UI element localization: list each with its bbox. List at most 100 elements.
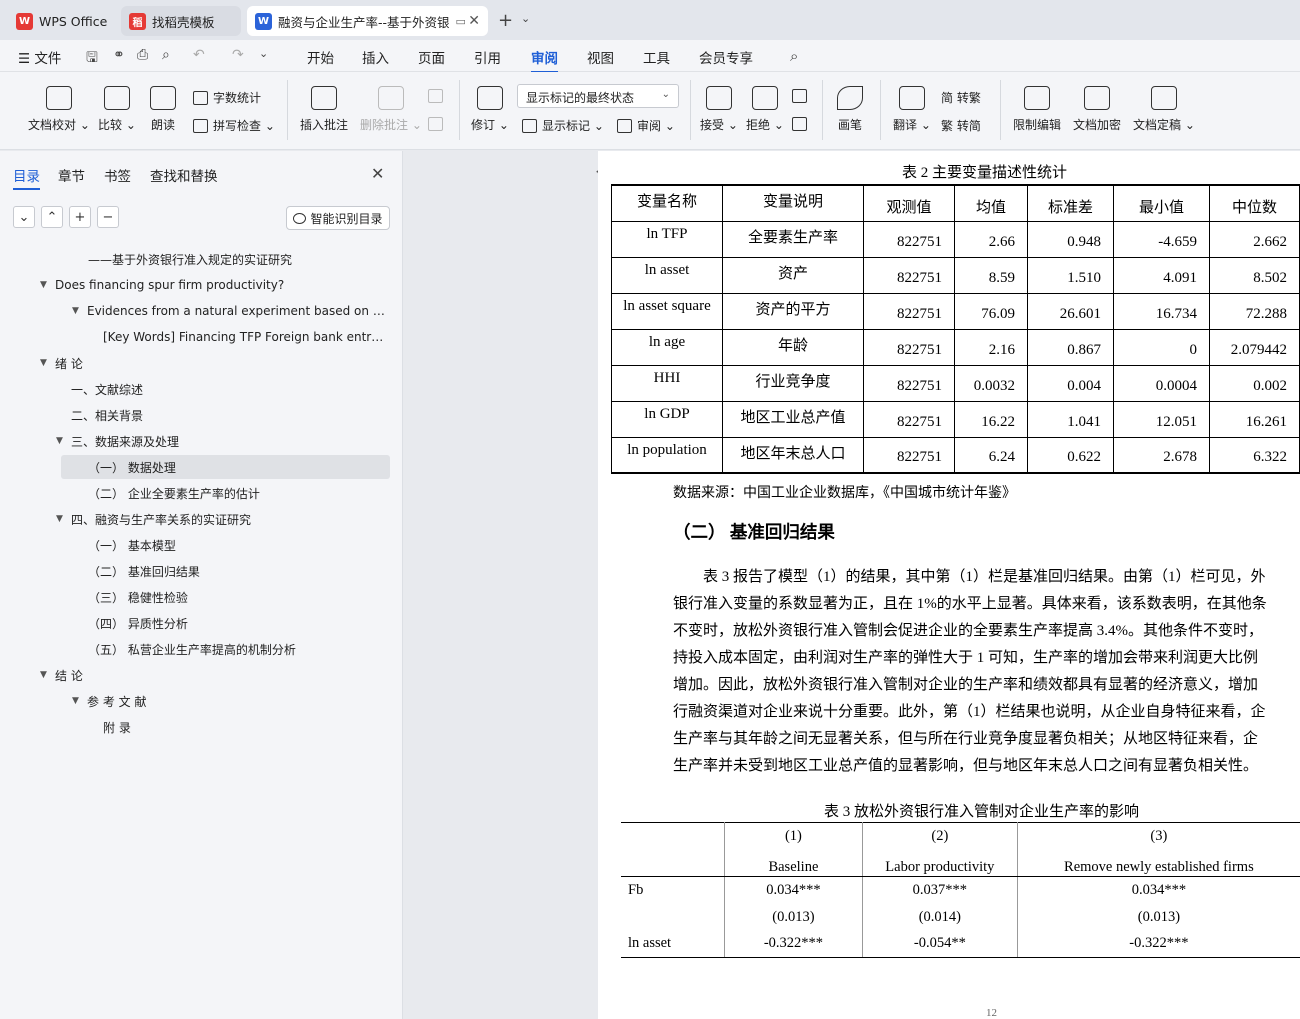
print-preview-icon[interactable]: ⌕ — [162, 47, 170, 63]
compare-button[interactable]: 比较 ⌄ — [98, 86, 136, 133]
finalize-button[interactable]: 文档定稿 ⌄ — [1133, 86, 1195, 133]
review-pane-button[interactable]: 审阅 ⌄ — [617, 117, 675, 134]
menu-member[interactable]: 会员专享 — [699, 47, 753, 67]
file-menu[interactable]: ☰ 文件 — [18, 47, 61, 67]
toc-item[interactable]: ——基于外资银行准入规定的实证研究 — [0, 247, 403, 271]
read-aloud-button[interactable]: 朗读 — [150, 86, 176, 133]
delete-comment-button[interactable]: 删除批注 ⌄ — [360, 86, 422, 133]
print-icon[interactable]: ⎙ — [137, 47, 148, 63]
toc-item[interactable]: ▼ 结 论 — [0, 663, 403, 687]
close-icon[interactable]: ✕ — [371, 164, 384, 183]
link-icon[interactable]: ⚭ — [113, 47, 125, 63]
table-cell: 8.502 — [1209, 256, 1300, 294]
toc-item[interactable]: ▼ 绪 论 — [0, 351, 403, 375]
track-changes-button[interactable]: 修订 ⌄ — [471, 86, 509, 133]
undo-icon[interactable]: ↶ — [193, 47, 205, 63]
toc-item[interactable]: （二） 基准回归结果 — [0, 559, 403, 583]
expand-triangle-icon[interactable]: ▼ — [72, 696, 79, 706]
toc-item[interactable]: [Key Words] Financing TFP Foreign bank e… — [0, 325, 403, 349]
menu-review[interactable]: 审阅 — [531, 47, 558, 73]
smart-toc-button[interactable]: 智能识别目录 — [286, 206, 390, 230]
tab-docer-templates[interactable]: 稻 找稻壳模板 — [121, 6, 241, 36]
toc-item[interactable]: （一） 数据处理 — [0, 455, 403, 479]
tab-document[interactable]: W 融资与企业生产率--基于外资银 ▭ ✕ — [247, 6, 488, 36]
toc-item-label: 三、数据来源及处理 — [71, 434, 180, 449]
close-tab-icon[interactable]: ✕ — [468, 13, 480, 29]
table-cell: 822751 — [863, 292, 955, 330]
expand-triangle-icon[interactable]: ▼ — [40, 280, 47, 290]
translate-button[interactable]: 翻译 ⌄ — [893, 86, 931, 133]
expand-triangle-icon[interactable]: ▼ — [56, 436, 63, 446]
tab-toc[interactable]: 目录 — [13, 165, 40, 190]
insert-comment-button[interactable]: 插入批注 — [300, 86, 348, 133]
expand-triangle-icon[interactable]: ▼ — [72, 306, 79, 316]
document-margin — [404, 151, 598, 1019]
search-icon[interactable]: ⌕ — [790, 47, 798, 65]
markup-state-select[interactable]: 显示标记的最终状态 ⌄ — [517, 84, 679, 108]
menu-home[interactable]: 开始 — [307, 47, 334, 67]
add-heading-plus-icon[interactable]: + — [69, 206, 91, 228]
toc-item[interactable]: （三） 稳健性检验 — [0, 585, 403, 609]
table-header-cell: 变量说明 — [722, 184, 864, 222]
reject-button[interactable]: 拒绝 ⌄ — [746, 86, 784, 133]
toc-item[interactable]: （四） 异质性分析 — [0, 611, 403, 635]
doc-check-icon — [45, 86, 72, 110]
track-label: 修订 — [471, 118, 496, 132]
menu-page[interactable]: 页面 — [418, 47, 445, 67]
menu-view[interactable]: 视图 — [587, 47, 614, 67]
to-simplified-button[interactable]: 繁 转简 — [941, 117, 981, 134]
toc-item[interactable]: 一、文献综述 — [0, 377, 403, 401]
menu-references[interactable]: 引用 — [474, 47, 501, 67]
doc-check-button[interactable]: 文档校对 ⌄ — [28, 86, 90, 133]
toc-item[interactable]: 二、相关背景 — [0, 403, 403, 427]
toc-item[interactable]: （五） 私营企业生产率提高的机制分析 — [0, 637, 403, 661]
save-icon[interactable]: 🖫 — [86, 47, 98, 71]
menu-insert[interactable]: 插入 — [362, 47, 389, 67]
toc-item[interactable]: 附 录 — [0, 715, 403, 739]
ink-button[interactable]: 画笔 — [837, 86, 863, 133]
monitor-icon: ▭ — [455, 14, 466, 28]
more-chevron-icon[interactable]: ⌄ — [259, 47, 268, 60]
toc-item[interactable]: （二） 企业全要素生产率的估计 — [0, 481, 403, 505]
tab-wps-office[interactable]: W WPS Office — [8, 6, 115, 36]
toc-item[interactable]: ▼ 三、数据来源及处理 — [0, 429, 403, 453]
spell-check-button[interactable]: 拼写检查 ⌄ — [193, 117, 275, 134]
expand-triangle-icon[interactable]: ▼ — [40, 670, 47, 680]
toc-item[interactable]: （一） 基本模型 — [0, 533, 403, 557]
tab-sections[interactable]: 章节 — [58, 165, 85, 185]
paragraph-line: 表 3 报告了模型（1）的结果，其中第（1）栏是基准回归结果。由第（1）栏可见，… — [703, 569, 1266, 585]
next-comment-icon[interactable] — [428, 117, 448, 131]
table-cell: 822751 — [863, 256, 955, 294]
accept-button[interactable]: 接受 ⌄ — [700, 86, 738, 133]
toc-item[interactable]: ▼ Does financing spur firm productivity? — [0, 273, 403, 297]
prev-comment-icon[interactable] — [428, 89, 448, 103]
table-cell: 16.22 — [954, 400, 1028, 438]
expand-chevron-up-icon[interactable]: ⌃ — [41, 206, 63, 228]
expand-triangle-icon[interactable]: ▼ — [56, 514, 63, 524]
remove-heading-minus-icon[interactable]: − — [97, 206, 119, 228]
toc-item[interactable]: ▼ 四、融资与生产率关系的实证研究 — [0, 507, 403, 531]
toc-item[interactable]: ▼ 参 考 文 献 — [0, 689, 403, 713]
menu-tools[interactable]: 工具 — [643, 47, 670, 67]
chevron-down-icon: ⌄ — [661, 89, 670, 100]
table-cell: 822751 — [863, 436, 955, 474]
toc-item[interactable]: ▼ Evidences from a natural experiment bas… — [0, 299, 403, 323]
redo-icon[interactable]: ↷ — [232, 47, 244, 63]
collapse-chevron-down-icon[interactable]: ⌄ — [13, 206, 35, 228]
new-tab-plus-icon[interactable]: + — [498, 10, 513, 31]
prev-change-icon[interactable] — [792, 89, 812, 103]
word-count-button[interactable]: 字数统计 — [193, 89, 261, 106]
tab-find-replace[interactable]: 查找和替换 — [150, 165, 218, 185]
expand-triangle-icon[interactable]: ▼ — [40, 358, 47, 368]
table-cell: 16.261 — [1209, 400, 1300, 438]
table-cell: -0.322*** — [724, 930, 863, 958]
to-traditional-button[interactable]: 简 转繁 — [941, 89, 981, 106]
restrict-edit-button[interactable]: 限制编辑 — [1013, 86, 1061, 133]
doc-check-label: 文档校对 — [28, 118, 77, 132]
show-markup-button[interactable]: 显示标记 ⌄ — [522, 117, 604, 134]
table-row: ln asset -0.322*** -0.054** -0.322*** — [621, 930, 1300, 958]
chevron-down-icon[interactable]: ⌄ — [521, 12, 530, 25]
next-change-icon[interactable] — [792, 117, 812, 131]
encrypt-button[interactable]: 文档加密 — [1073, 86, 1121, 133]
tab-bookmarks[interactable]: 书签 — [104, 165, 131, 185]
